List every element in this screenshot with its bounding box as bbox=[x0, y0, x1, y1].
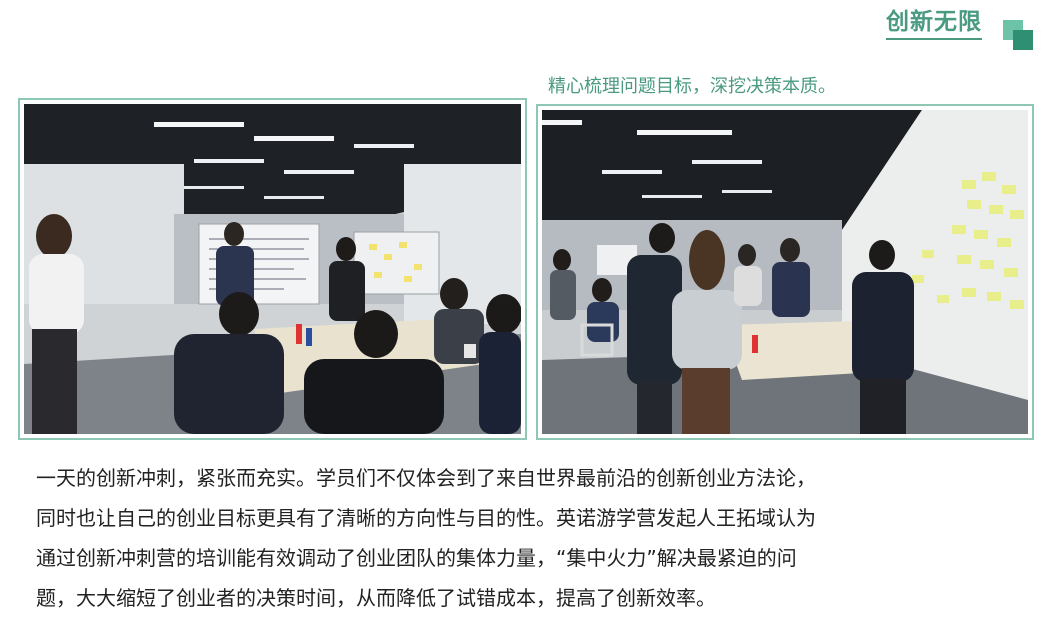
photo-frame-right bbox=[536, 104, 1034, 440]
workshop-photo-1 bbox=[24, 104, 521, 434]
title-decoration bbox=[1003, 16, 1033, 50]
decoration-square-dark bbox=[1013, 30, 1033, 50]
section-title: 创新无限 bbox=[886, 2, 982, 40]
paragraph-line: 通过创新冲刺营的培训能有效调动了创业团队的集体力量，“集中火力”解决最紧迫的问 bbox=[36, 546, 797, 570]
photo-frame-left bbox=[18, 98, 527, 440]
photo-caption: 精心梳理问题目标，深挖决策本质。 bbox=[548, 76, 836, 97]
workshop-photo-2 bbox=[542, 110, 1028, 434]
article-paragraph: 一天的创新冲刺，紧张而充实。学员们不仅体会到了来自世界最前沿的创新创业方法论， … bbox=[36, 458, 1036, 618]
paragraph-line: 题，大大缩短了创业者的决策时间，从而降低了试错成本，提高了创新效率。 bbox=[36, 586, 716, 610]
paragraph-line: 一天的创新冲刺，紧张而充实。学员们不仅体会到了来自世界最前沿的创新创业方法论， bbox=[36, 466, 816, 490]
paragraph-line: 同时也让自己的创业目标更具有了清晰的方向性与目的性。英诺游学营发起人王拓域认为 bbox=[36, 506, 816, 530]
